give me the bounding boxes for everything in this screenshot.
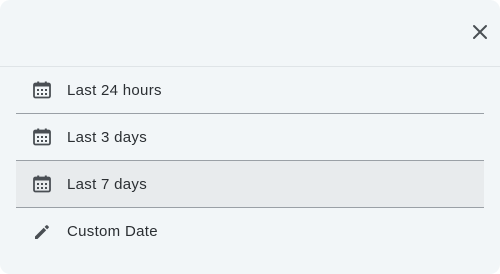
option-last-7-days[interactable]: Last 7 days bbox=[16, 161, 484, 208]
calendar-icon bbox=[30, 172, 54, 196]
calendar-icon bbox=[30, 125, 54, 149]
option-label: Last 3 days bbox=[67, 128, 148, 146]
calendar-icon bbox=[30, 78, 54, 102]
date-range-dialog: Last 24 hours Last 3 days Last 7 days Cu… bbox=[0, 0, 500, 274]
close-button[interactable] bbox=[468, 20, 492, 44]
option-label: Last 7 days bbox=[67, 175, 148, 193]
option-label: Last 24 hours bbox=[67, 81, 162, 99]
pencil-icon bbox=[30, 220, 54, 244]
dialog-header bbox=[0, 0, 500, 67]
close-icon bbox=[473, 25, 487, 39]
option-last-3-days[interactable]: Last 3 days bbox=[16, 114, 484, 161]
option-custom-date[interactable]: Custom Date bbox=[16, 208, 484, 255]
date-range-options: Last 24 hours Last 3 days Last 7 days Cu… bbox=[0, 67, 500, 255]
option-last-24-hours[interactable]: Last 24 hours bbox=[16, 67, 484, 114]
option-label: Custom Date bbox=[67, 223, 158, 240]
